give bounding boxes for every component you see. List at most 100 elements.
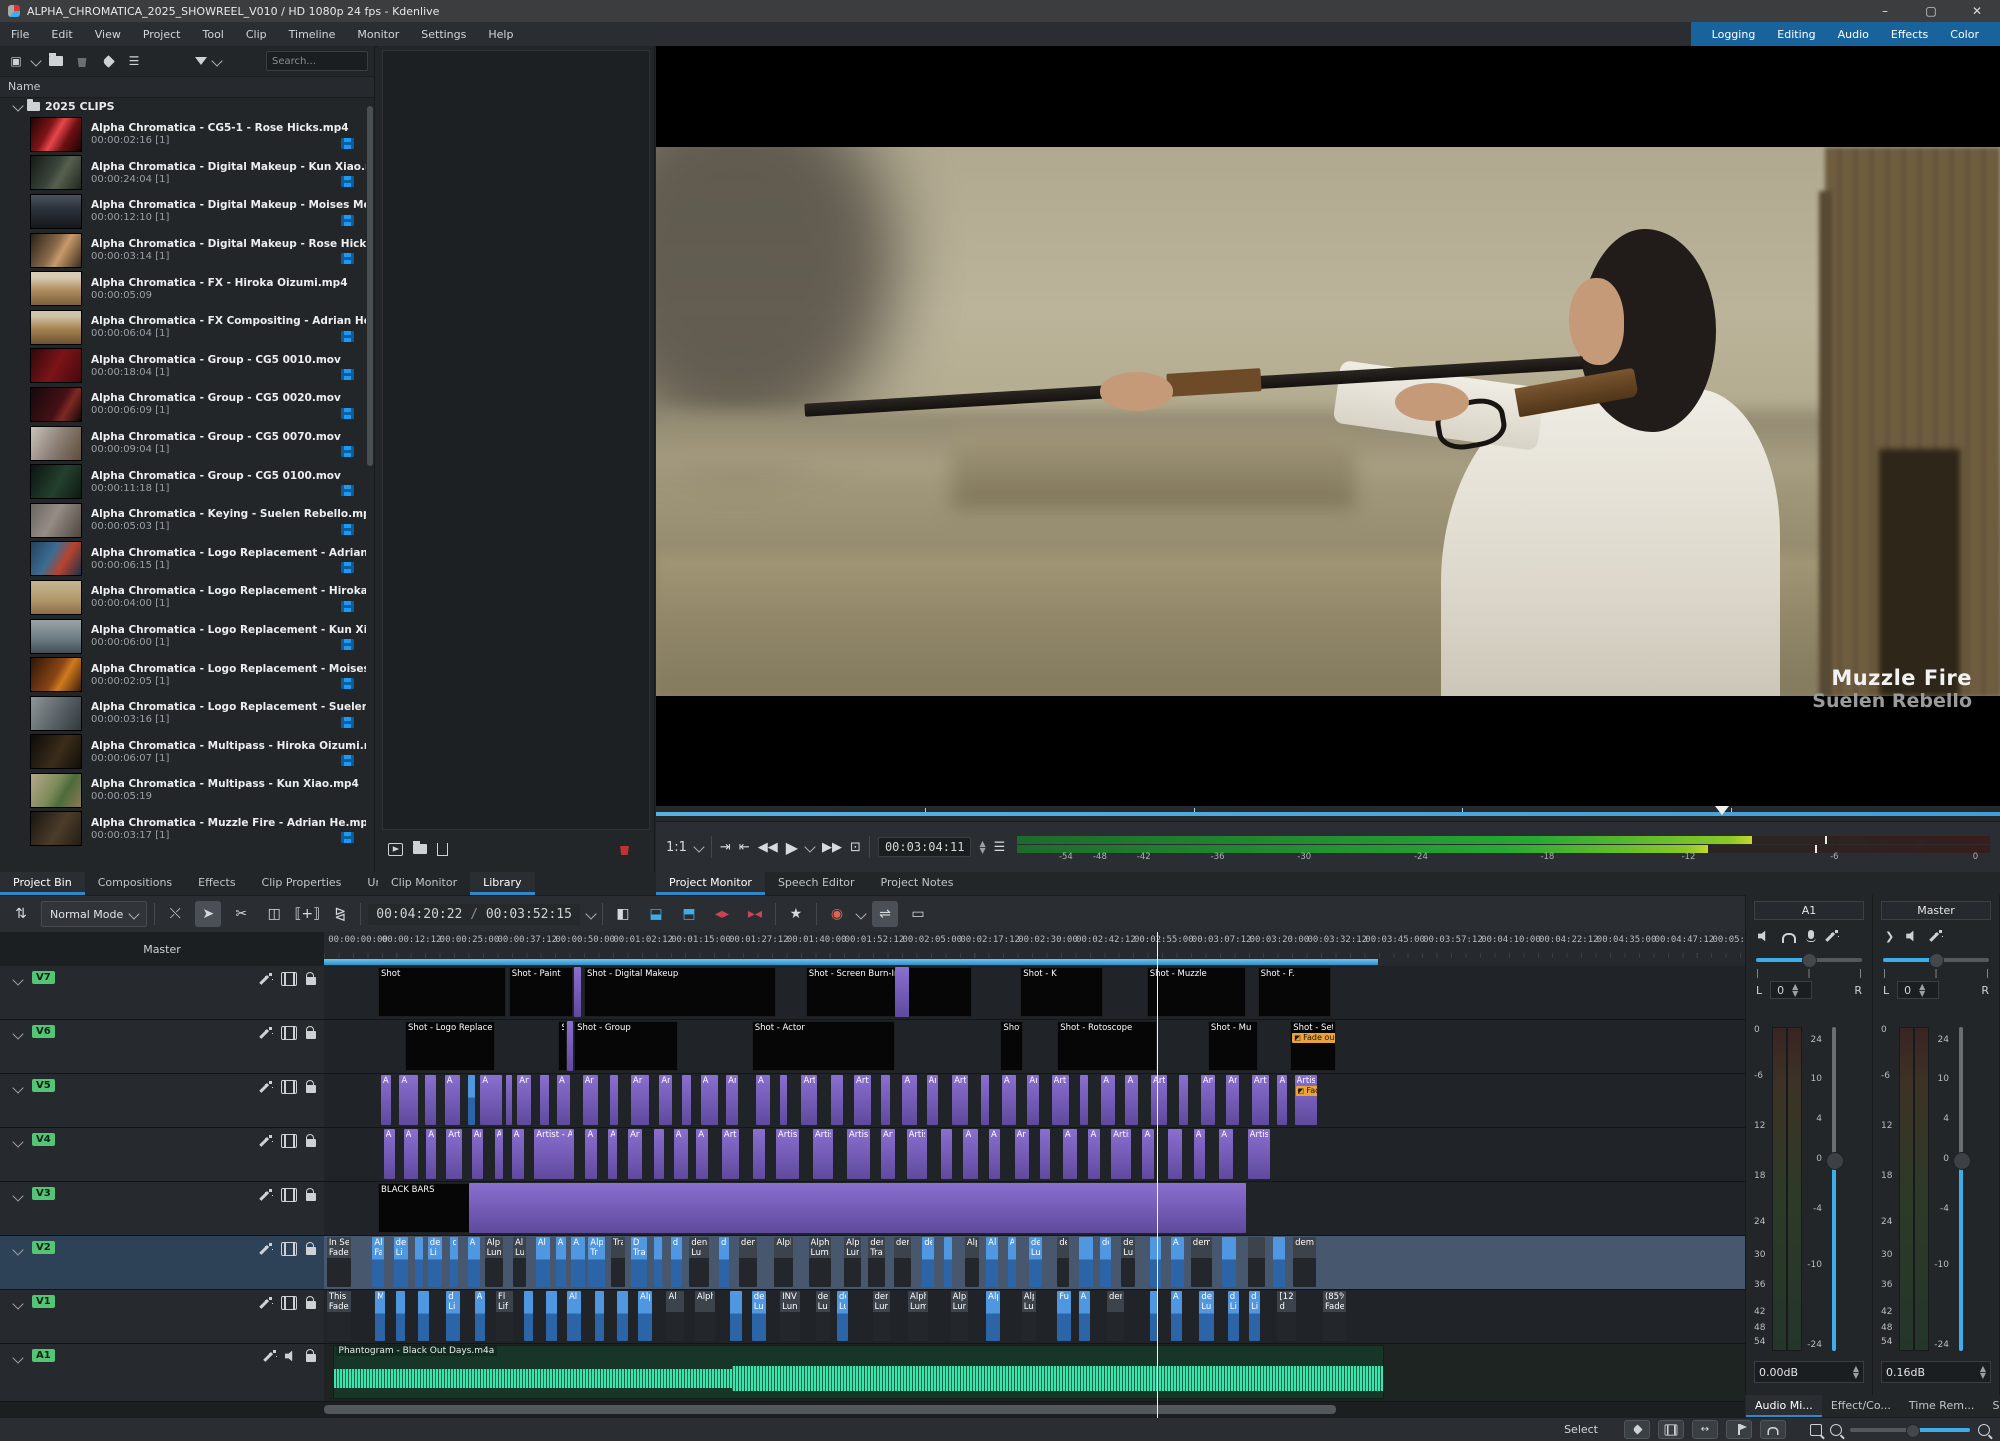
timeline-clip[interactable]: d Li: [1228, 1291, 1239, 1341]
timeline-clip[interactable]: M: [375, 1291, 385, 1341]
timeline-clip[interactable]: der: [1057, 1237, 1068, 1287]
timeline-clip[interactable]: [1273, 1237, 1284, 1287]
timeline-clip[interactable]: Art: [726, 1075, 737, 1125]
rewind-icon[interactable]: ◀◀: [758, 840, 778, 855]
favorite-effects-icon[interactable]: ★: [783, 901, 809, 927]
timeline-clip[interactable]: A: [475, 1291, 485, 1341]
timeline-clip[interactable]: d: [450, 1237, 457, 1287]
timeline-zone-bar[interactable]: [324, 958, 1745, 966]
track-header[interactable]: V4: [0, 1128, 325, 1181]
timeline-zoom-slider[interactable]: [1850, 1428, 1970, 1432]
track-lock-icon[interactable]: [306, 1354, 316, 1362]
timeline-clip[interactable]: Arti: [628, 1129, 642, 1179]
timeline-clip[interactable]: Tran: [611, 1237, 625, 1287]
bin-clip-item[interactable]: Alpha Chromatica - FX - Hiroka Oizumi.mp…: [0, 269, 366, 308]
record-mic-icon[interactable]: [1808, 930, 1814, 939]
delete-icon[interactable]: [72, 51, 92, 71]
track-options-icon[interactable]: ⇅: [8, 901, 34, 927]
add-clip-to-project-icon[interactable]: [388, 843, 403, 856]
track-effects-icon[interactable]: [260, 1135, 272, 1147]
pan-value[interactable]: 0▲▼: [1770, 981, 1812, 999]
timeline-clip[interactable]: [682, 1075, 691, 1125]
track-name-badge[interactable]: V3: [32, 1187, 55, 1200]
timeline-clip[interactable]: Al: [536, 1237, 550, 1287]
track-header[interactable]: V1: [0, 1290, 325, 1343]
timeline-clip[interactable]: A: [445, 1075, 461, 1125]
search-input[interactable]: Search...: [266, 51, 368, 71]
timeline-clip[interactable]: Ar: [1027, 1075, 1038, 1125]
add-folder-icon[interactable]: [413, 844, 427, 854]
track-effects-icon[interactable]: [260, 1081, 272, 1093]
timeline-clip[interactable]: [396, 1291, 405, 1341]
menu-item[interactable]: Timeline: [278, 28, 347, 41]
track-lock-icon[interactable]: [306, 1139, 316, 1147]
timeline-clip[interactable]: Al: [567, 1291, 581, 1341]
tab[interactable]: Subtitles: [1983, 1395, 2000, 1418]
track-effects-icon[interactable]: [260, 1027, 272, 1039]
timeline-clip[interactable]: Alp Lun: [844, 1237, 861, 1287]
track-collapse-chevron-icon[interactable]: [12, 1028, 23, 1039]
strip-effects-icon[interactable]: [1930, 930, 1942, 942]
tab[interactable]: Project Notes: [868, 872, 967, 895]
timeline-clip[interactable]: A: [1171, 1237, 1184, 1287]
hamburger-menu-icon[interactable]: ☰: [124, 51, 144, 71]
timeline-clip[interactable]: A: [381, 1075, 391, 1125]
timeline-clip[interactable]: Arti: [952, 1075, 968, 1125]
timeline-clip[interactable]: Alp: [638, 1291, 652, 1341]
timeline-clip[interactable]: dem Tran: [868, 1237, 885, 1287]
mix-clips-icon[interactable]: ⤬: [162, 901, 188, 927]
timeline-clip[interactable]: der Lun: [873, 1291, 890, 1341]
timeline-clip[interactable]: de Lu: [1199, 1291, 1213, 1341]
timeline-clip[interactable]: A: [1171, 1291, 1182, 1341]
timeline-clip[interactable]: de Li: [394, 1237, 408, 1287]
timeline-clip[interactable]: (85% Fade: [1323, 1291, 1346, 1341]
bin-clip-item[interactable]: Alpha Chromatica - Logo Replacement - Su…: [0, 694, 366, 733]
timeline-clip[interactable]: [753, 1129, 764, 1179]
timeline-clip[interactable]: Al: [986, 1237, 997, 1287]
track-name-badge[interactable]: V4: [32, 1133, 55, 1146]
timeline-clip[interactable]: A: [1063, 1129, 1077, 1179]
monitor-timecode[interactable]: 00:03:04:11: [878, 837, 971, 857]
bin-clip-item[interactable]: Alpha Chromatica - Logo Replacement - Ku…: [0, 617, 366, 656]
bin-clip-item[interactable]: Alpha Chromatica - Logo Replacement - Hi…: [0, 578, 366, 617]
timeline-clip[interactable]: A: [1142, 1129, 1153, 1179]
timeline-position-timecode[interactable]: 00:04:20:22 / 00:03:52:15: [368, 904, 580, 925]
timeline-clip[interactable]: A: [1277, 1075, 1287, 1125]
timeline-clip[interactable]: Ar: [1015, 1129, 1029, 1179]
bin-clip-item[interactable]: Alpha Chromatica - Group - CG5 0070.mov …: [0, 424, 366, 463]
insert-track-zone-icon[interactable]: ⬓: [643, 901, 669, 927]
play-options-chevron-icon[interactable]: [804, 841, 815, 852]
menu-item[interactable]: Edit: [40, 28, 83, 41]
timeline-clip[interactable]: de: [922, 1237, 933, 1287]
timeline-clip[interactable]: Art: [927, 1075, 938, 1125]
timeline-clip[interactable]: SI: [558, 1021, 567, 1071]
extract-zone-icon[interactable]: ⧎: [327, 901, 353, 927]
timeline-clip[interactable]: A: [1008, 1237, 1017, 1287]
timeline-clip[interactable]: [506, 1075, 512, 1125]
zone-crop-icon[interactable]: ⊡: [850, 840, 861, 855]
timeline-master-label[interactable]: Master: [0, 932, 324, 967]
timeline-clip[interactable]: [425, 1075, 436, 1125]
timeline-clip[interactable]: Artis: [801, 1075, 817, 1125]
timeline-clip[interactable]: A: [963, 1129, 977, 1179]
track-name-badge[interactable]: V6: [32, 1025, 55, 1038]
track-lane[interactable]: In Se Fade Al Fa de Li: [324, 1236, 1745, 1289]
monitor-zoom-level[interactable]: 1:1: [666, 840, 687, 855]
timeline-clip[interactable]: [574, 967, 581, 1017]
timeline-clip[interactable]: Alp: [965, 1237, 979, 1287]
chevron-down-icon[interactable]: [30, 55, 41, 66]
track-effects-icon[interactable]: [260, 1189, 272, 1201]
play-icon[interactable]: ▶: [786, 838, 798, 857]
timeline-clip[interactable]: A: [1079, 1291, 1090, 1341]
timeline-clip[interactable]: Shot - Screen Burn-In: [806, 967, 972, 1017]
timeline-clip[interactable]: de: [719, 1237, 729, 1287]
timeline-clip[interactable]: Arti: [1226, 1075, 1239, 1125]
timecode-chevron-icon[interactable]: [585, 908, 596, 919]
timeline-clip[interactable]: BLACK BARS: [378, 1183, 470, 1233]
timeline-clip[interactable]: A: [571, 1237, 585, 1287]
timeline-clip[interactable]: Shot - Logo Replacemer: [405, 1021, 495, 1071]
track-lock-icon[interactable]: [306, 1301, 316, 1309]
timeline-clip[interactable]: Alph: [695, 1291, 715, 1341]
bin-clip-item[interactable]: Alpha Chromatica - Multipass - Kun Xiao.…: [0, 771, 366, 810]
timeline-clip[interactable]: [881, 1075, 890, 1125]
